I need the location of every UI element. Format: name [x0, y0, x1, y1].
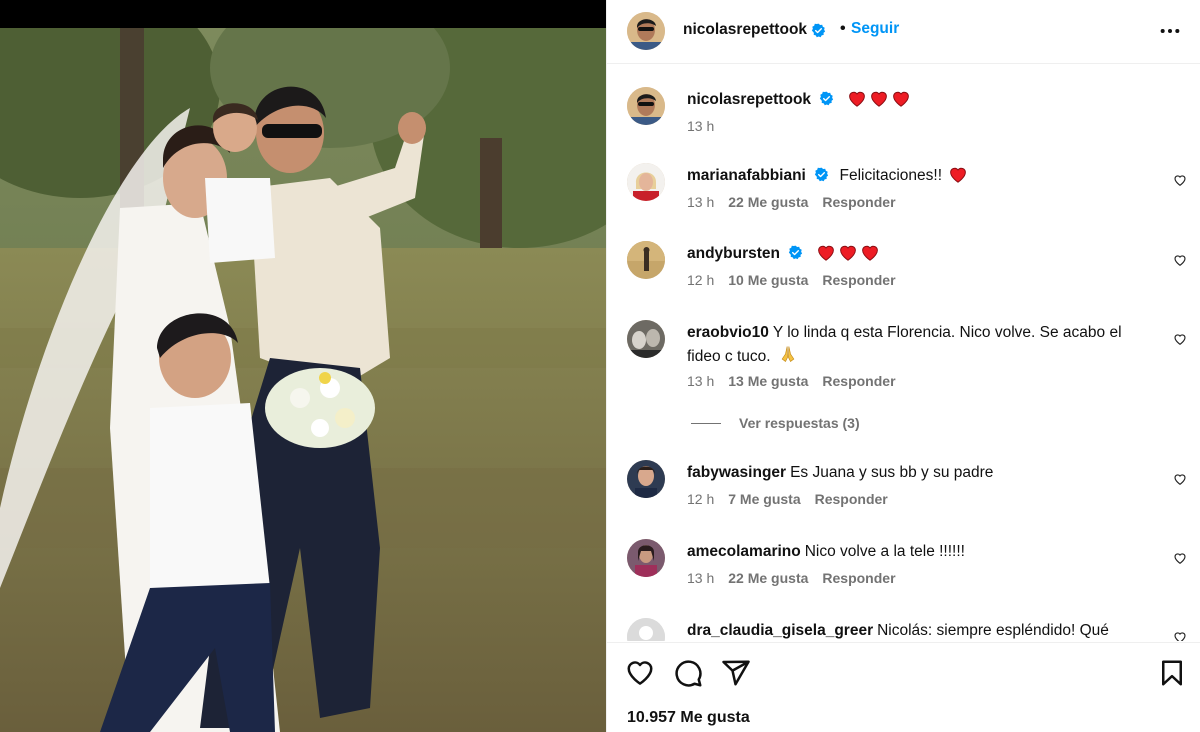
avatar-image: [627, 241, 665, 279]
comment-avatar[interactable]: [627, 539, 665, 577]
like-comment-heart-icon[interactable]: [1173, 253, 1187, 267]
header-separator: •: [840, 20, 846, 37]
avatar-image: [627, 320, 665, 358]
comment-avatar[interactable]: [627, 163, 665, 201]
post-likes-count[interactable]: 10.957 Me gusta: [627, 709, 750, 727]
comment-meta: 12 h 10 Me gusta Responder: [687, 272, 896, 288]
comment-avatar[interactable]: [627, 241, 665, 279]
reply-button[interactable]: Responder: [822, 570, 895, 586]
comment-meta: 13 h 22 Me gusta Responder: [687, 570, 896, 586]
comment-text: Nico volve a la tele !!!!!!: [804, 543, 965, 560]
avatar-image: [627, 12, 665, 50]
comment-time[interactable]: 13 h: [687, 373, 714, 389]
comment-text-line: eraobvio10 Y lo linda q esta Florencia. N…: [687, 322, 1157, 368]
heart-icon[interactable]: [625, 658, 655, 688]
comments-list[interactable]: nicolasrepettook 13 h marianafabbiani Fe…: [607, 65, 1200, 641]
avatar-image: [627, 460, 665, 498]
verified-badge-icon: [811, 23, 826, 37]
comment-text-line: marianafabbiani Felicitaciones!!: [687, 165, 1157, 187]
comment-meta: 13 h 13 Me gusta Responder: [687, 373, 896, 389]
author-username-text[interactable]: nicolasrepettook: [683, 21, 807, 39]
comment-username[interactable]: fabywasinger: [687, 464, 786, 481]
like-comment-heart-icon[interactable]: [1173, 173, 1187, 187]
verified-badge-icon: [815, 167, 829, 182]
post-side-panel: nicolasrepettook • Seguir nicolasrepetto…: [606, 0, 1200, 732]
post-actions-bar: 10.957 Me gusta: [607, 642, 1200, 732]
red-heart-emoji-icon: [950, 167, 967, 183]
comment-likes[interactable]: 22 Me gusta: [728, 194, 808, 210]
comment-avatar[interactable]: [627, 618, 665, 641]
comment-meta: 13 h 22 Me gusta Responder: [687, 194, 896, 210]
bookmark-icon[interactable]: [1157, 658, 1187, 688]
caption-username[interactable]: nicolasrepettook: [687, 91, 811, 108]
author-username[interactable]: nicolasrepettook: [683, 21, 826, 39]
comment-username[interactable]: eraobvio10: [687, 324, 769, 341]
caption-avatar[interactable]: [627, 87, 665, 125]
comment-text-line: fabywasinger Es Juana y sus bb y su padre: [687, 462, 1157, 484]
comment-avatar[interactable]: [627, 460, 665, 498]
comment-likes[interactable]: 10 Me gusta: [728, 272, 808, 288]
reply-button[interactable]: Responder: [822, 272, 895, 288]
reply-button[interactable]: Responder: [822, 194, 895, 210]
comment-likes[interactable]: 22 Me gusta: [728, 570, 808, 586]
red-heart-emoji-icon: [817, 245, 834, 261]
view-replies-button[interactable]: Ver respuestas (3): [691, 415, 860, 431]
comment-time[interactable]: 12 h: [687, 491, 714, 507]
red-heart-emoji-icon: [848, 91, 865, 107]
like-comment-heart-icon[interactable]: [1173, 332, 1187, 346]
red-heart-emoji-icon: [892, 91, 909, 107]
comment-username[interactable]: amecolamarino: [687, 543, 801, 560]
like-comment-heart-icon[interactable]: [1173, 630, 1187, 641]
comment-username[interactable]: andybursten: [687, 245, 780, 262]
comment-text-line: andybursten: [687, 243, 1157, 265]
comment-hearts: [948, 165, 968, 183]
post-photo: [0, 0, 606, 732]
comment-meta: 12 h 7 Me gusta Responder: [687, 491, 888, 507]
follow-button[interactable]: Seguir: [851, 20, 899, 38]
reply-button[interactable]: Responder: [822, 373, 895, 389]
view-replies-line: [691, 422, 721, 424]
comment-text-line: amecolamarino Nico volve a la tele !!!!!!: [687, 541, 1157, 563]
post-header: nicolasrepettook • Seguir: [607, 0, 1200, 64]
comment-hearts: [816, 243, 880, 261]
reply-button[interactable]: Responder: [815, 491, 888, 507]
comment-time[interactable]: 13 h: [687, 570, 714, 586]
avatar-image: [627, 539, 665, 577]
more-options-icon[interactable]: [1159, 22, 1181, 40]
author-avatar[interactable]: [627, 12, 665, 50]
view-replies-label[interactable]: Ver respuestas (3): [739, 415, 860, 431]
avatar-image: [627, 163, 665, 201]
comment-avatar[interactable]: [627, 320, 665, 358]
comment-icon[interactable]: [673, 658, 703, 688]
photo-top-letterbox: [0, 0, 606, 28]
caption-time[interactable]: 13 h: [687, 118, 714, 134]
comment-likes[interactable]: 13 Me gusta: [728, 373, 808, 389]
red-heart-emoji-icon: [861, 245, 878, 261]
folded-hands-emoji-icon: [781, 346, 795, 363]
caption-meta: 13 h: [687, 118, 714, 134]
verified-badge-icon: [789, 245, 803, 260]
comment-username[interactable]: marianafabbiani: [687, 167, 806, 184]
red-heart-emoji-icon: [870, 91, 887, 107]
comment-text: Es Juana y sus bb y su padre: [790, 464, 994, 481]
caption-hearts: [847, 89, 911, 107]
avatar-image: [627, 87, 665, 125]
like-comment-heart-icon[interactable]: [1173, 472, 1187, 486]
wedding-photo: [0, 28, 606, 732]
red-heart-emoji-icon: [839, 245, 856, 261]
comment-time[interactable]: 12 h: [687, 272, 714, 288]
default-avatar-icon: [627, 618, 665, 641]
verified-badge-icon: [820, 91, 834, 106]
comment-text: Nicolás: siempre espléndido! Qué: [877, 622, 1109, 639]
comment-likes[interactable]: 7 Me gusta: [728, 491, 800, 507]
send-icon[interactable]: [721, 658, 751, 688]
comment-text-line: dra_claudia_gisela_greer Nicolás: siempre…: [687, 620, 1157, 641]
caption-line: nicolasrepettook: [687, 89, 1157, 111]
like-comment-heart-icon[interactable]: [1173, 551, 1187, 565]
comment-username[interactable]: dra_claudia_gisela_greer: [687, 622, 873, 639]
comment-time[interactable]: 13 h: [687, 194, 714, 210]
comment-text: Felicitaciones!!: [839, 167, 943, 184]
